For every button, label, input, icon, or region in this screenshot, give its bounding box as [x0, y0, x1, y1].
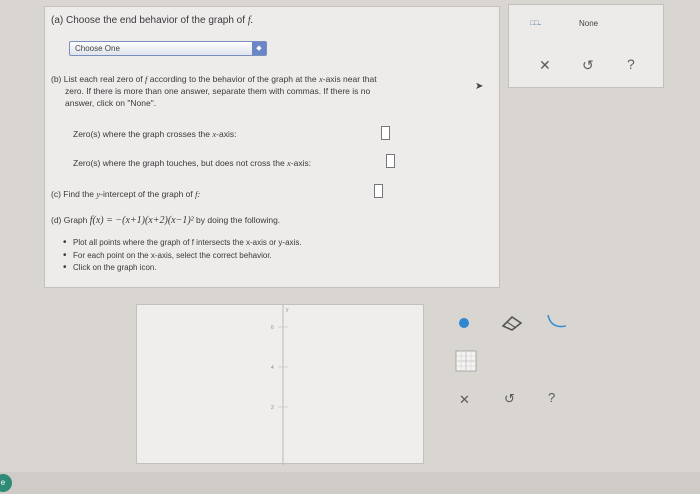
part-d-prompt: (d) Graph f(x) = −(x+1)(x+2)(x−1)² by do…	[51, 215, 281, 226]
y-axis-label: y	[286, 307, 289, 313]
part-c-prompt: (c) Find the y-intercept of the graph of…	[51, 189, 201, 199]
interval-notation-button[interactable]: □.□...	[530, 20, 541, 27]
bottom-bar	[0, 472, 700, 494]
list-item: For each point on the x-axis, select the…	[63, 250, 302, 263]
equation: f(x) = −(x+1)(x+2)(x−1)²	[89, 215, 194, 226]
part-a-prompt: (a) Choose the end behavior of the graph…	[51, 15, 254, 26]
graph-grid: y 6 4 2	[271, 305, 289, 465]
select-arrow-icon: ◆	[252, 42, 266, 55]
undo-icon[interactable]: ↺	[582, 57, 594, 74]
crosses-zero-label: Zero(s) where the graph crosses the x-ax…	[73, 129, 237, 139]
list-item: Click on the graph icon.	[63, 262, 302, 275]
graph-canvas[interactable]: y 6 4 2	[136, 304, 424, 465]
help-icon[interactable]: ?	[627, 56, 635, 72]
select-value: Choose One	[75, 44, 120, 53]
tick-label: 6	[271, 325, 274, 331]
end-behavior-select[interactable]: Choose One ◆	[69, 41, 267, 56]
graph-help-icon[interactable]: ?	[548, 390, 555, 405]
tick-label: 2	[271, 405, 274, 411]
instruction-list: Plot all points where the graph of f int…	[63, 237, 302, 275]
crosses-zero-input[interactable]	[381, 126, 390, 140]
y-intercept-input[interactable]	[374, 184, 383, 198]
point-tool-icon[interactable]	[459, 318, 469, 328]
question-panel: (a) Choose the end behavior of the graph…	[44, 6, 500, 288]
mouse-cursor-icon: ➤	[475, 81, 484, 92]
list-item: Plot all points where the graph of f int…	[63, 237, 302, 250]
graph-clear-icon[interactable]: ✕	[459, 392, 470, 408]
touches-zero-input[interactable]	[386, 154, 395, 168]
touches-zero-label: Zero(s) where the graph touches, but doe…	[73, 158, 312, 168]
curve-tool-icon[interactable]	[545, 312, 569, 332]
tick-label: 4	[271, 365, 274, 371]
none-button[interactable]: None	[579, 19, 598, 28]
clear-icon[interactable]: ✕	[539, 57, 551, 74]
answer-tools-panel: □.□... None ✕ ↺ ?	[508, 4, 664, 88]
graph-undo-icon[interactable]: ↺	[504, 391, 515, 407]
graph-icon[interactable]	[455, 350, 477, 372]
eraser-tool-icon[interactable]	[500, 314, 524, 332]
part-b-prompt: (b) List each real zero of f according t…	[51, 74, 377, 108]
